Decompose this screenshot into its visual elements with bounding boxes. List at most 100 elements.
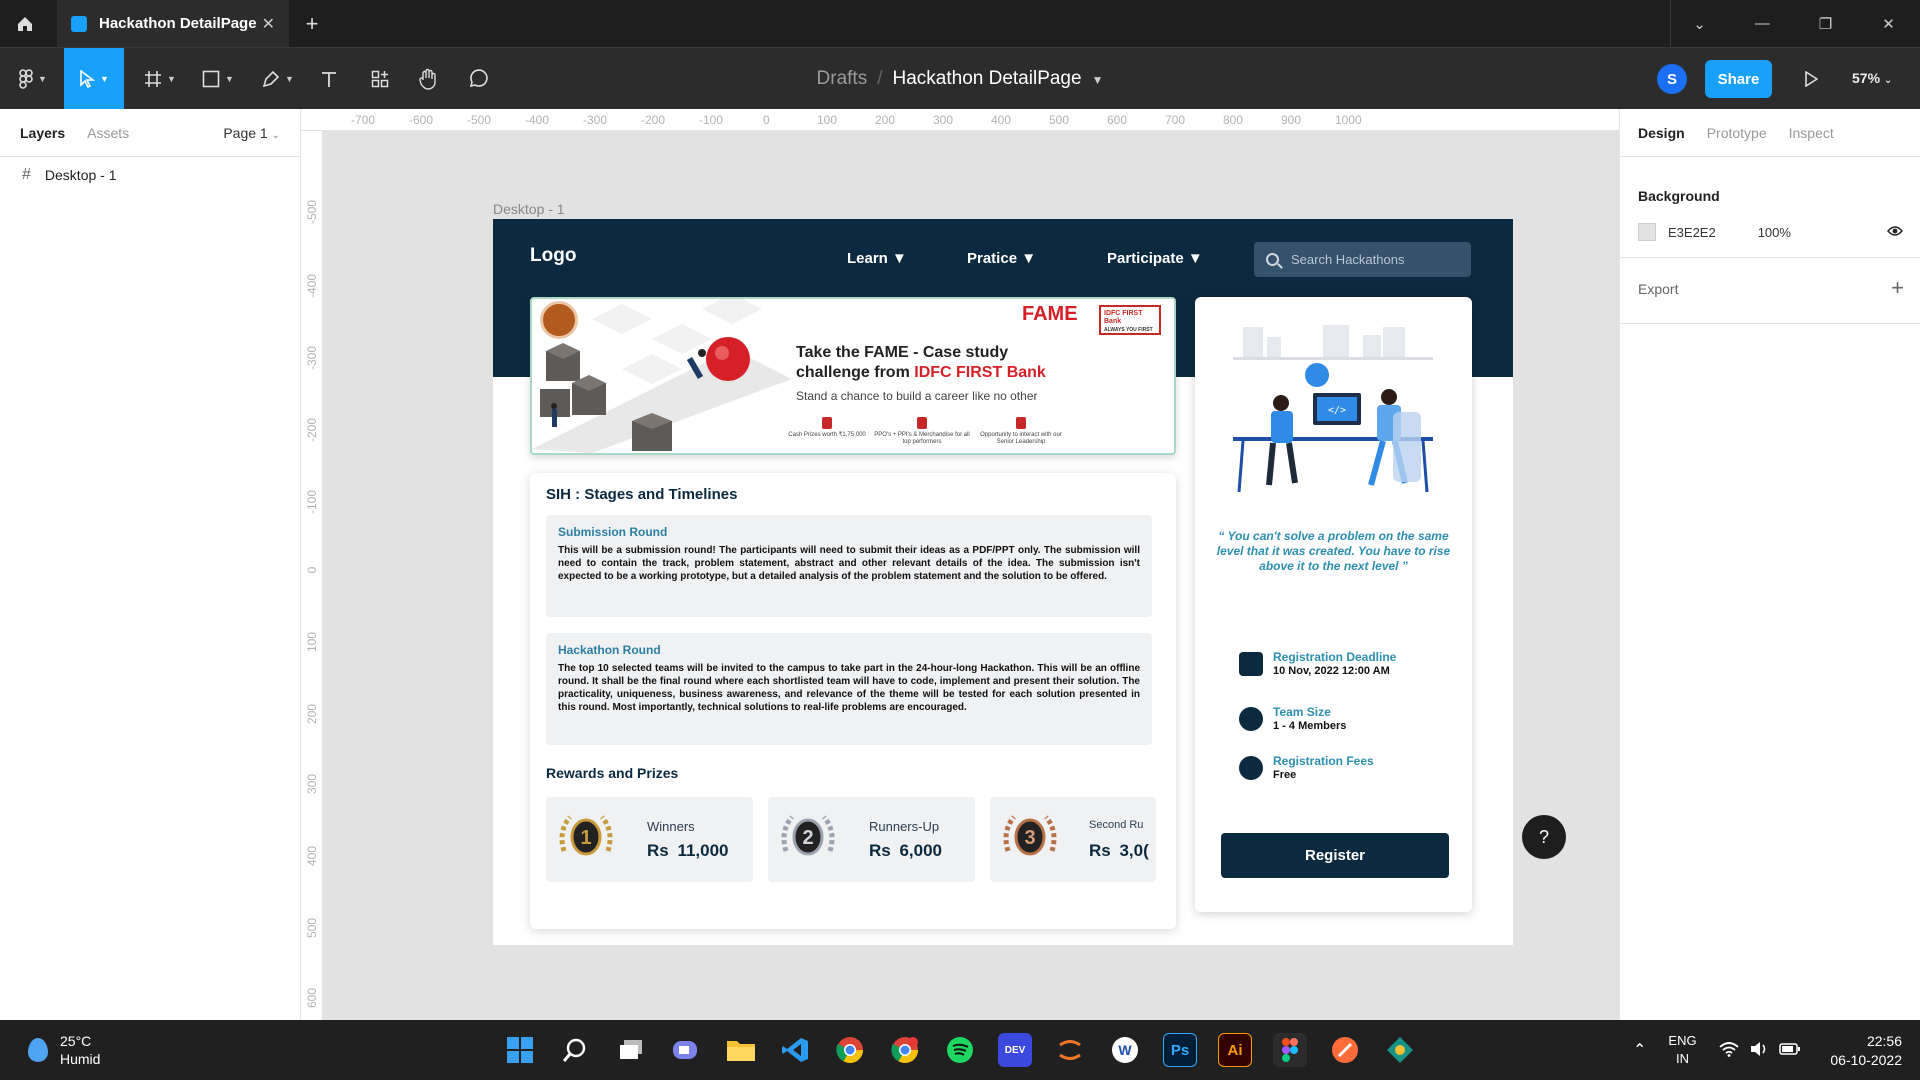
file-name[interactable]: Hackathon DetailPage	[893, 68, 1082, 89]
info-label: Team Size	[1273, 705, 1331, 719]
teams-chat-icon[interactable]	[668, 1033, 702, 1067]
tab-assets[interactable]: Assets	[87, 125, 129, 141]
gitkraken-icon[interactable]	[1383, 1033, 1417, 1067]
home-icon[interactable]	[0, 0, 50, 47]
background-hex[interactable]: E3E2E2	[1668, 225, 1716, 240]
main-menu-button[interactable]: ▼	[10, 48, 56, 109]
breadcrumb-drafts[interactable]: Drafts	[817, 68, 868, 89]
new-tab-button[interactable]: +	[300, 0, 324, 47]
design-frame[interactable]: Logo Learn ▼ Pratice ▼ Participate ▼ Sea…	[493, 219, 1513, 945]
ruler-tick: 600	[1107, 113, 1128, 127]
layer-item[interactable]: # Desktop - 1	[0, 157, 300, 193]
pen-tool-button[interactable]: ▼	[254, 48, 302, 109]
start-icon[interactable]	[503, 1033, 537, 1067]
idfc-tagline: ALWAYS YOU FIRST	[1104, 327, 1153, 333]
comment-tool-button[interactable]	[462, 48, 494, 109]
chevron-down-icon: ⌄	[1883, 75, 1893, 86]
postman-icon[interactable]	[1328, 1033, 1362, 1067]
wifi-icon[interactable]	[1718, 1041, 1739, 1060]
zoom-dropdown[interactable]: 57% ⌄	[1852, 48, 1892, 109]
close-tab-icon[interactable]: ✕	[262, 14, 275, 34]
text-tool-button[interactable]	[314, 48, 344, 109]
nav-pratice[interactable]: Pratice ▼	[967, 250, 1036, 267]
figma-file-icon	[71, 15, 87, 32]
tab-prototype[interactable]: Prototype	[1707, 125, 1767, 141]
illustrator-icon[interactable]: Ai	[1218, 1033, 1252, 1067]
share-button[interactable]: Share	[1705, 60, 1772, 98]
language-indicator[interactable]: ENG IN	[1668, 1032, 1696, 1068]
close-window-icon[interactable]: ✕	[1857, 0, 1920, 47]
task-view-icon[interactable]	[614, 1033, 648, 1067]
export-section-title[interactable]: Export	[1638, 281, 1678, 297]
minimize-icon[interactable]: —	[1731, 0, 1794, 47]
chevron-down-icon[interactable]: ▼	[1092, 73, 1104, 87]
chevron-down-icon: ⌄	[271, 129, 280, 141]
tab-design[interactable]: Design	[1638, 125, 1685, 141]
canvas[interactable]: Desktop - 1 Logo Learn ▼ Pratice ▼ Parti…	[323, 131, 1619, 1020]
add-export-icon[interactable]: +	[1891, 275, 1904, 301]
idfc-logo: IDFC FIRST Bank ALWAYS YOU FIRST	[1099, 305, 1161, 335]
move-tool-button[interactable]: ▼	[64, 48, 124, 109]
background-fill-row[interactable]: E3E2E2 100%	[1638, 221, 1903, 243]
register-button[interactable]: Register	[1221, 833, 1449, 878]
weather-condition: Humid	[60, 1051, 101, 1067]
idfc-logo-text: IDFC FIRST Bank	[1104, 310, 1143, 325]
volume-icon[interactable]	[1749, 1041, 1769, 1060]
hand-tool-button[interactable]	[412, 48, 444, 109]
eye-icon[interactable]	[1887, 225, 1903, 240]
chevron-down-icon[interactable]: ⌄	[1668, 0, 1731, 47]
chrome-profile-icon[interactable]	[888, 1033, 922, 1067]
page-selector[interactable]: Page 1 ⌄	[223, 125, 280, 141]
chevron-up-icon[interactable]: ⌃	[1633, 1040, 1646, 1060]
prize-card: 3 Second Ru Rs 3,0(	[990, 797, 1156, 882]
ruler-tick: 100	[305, 631, 319, 653]
avatar[interactable]: S	[1657, 64, 1687, 94]
frame-tool-button[interactable]: ▼	[136, 48, 184, 109]
chrome-icon[interactable]	[833, 1033, 867, 1067]
color-swatch[interactable]	[1638, 223, 1656, 241]
stages-card: SIH : Stages and Timelines Submission Ro…	[530, 473, 1176, 929]
medal-rank: 1	[580, 827, 591, 849]
shape-tool-button[interactable]: ▼	[194, 48, 242, 109]
file-explorer-icon[interactable]	[724, 1033, 758, 1067]
weather-widget[interactable]: 25°C Humid	[28, 1032, 100, 1068]
tab-layers[interactable]: Layers	[20, 125, 65, 141]
site-logo[interactable]: Logo	[530, 245, 576, 267]
background-opacity[interactable]: 100%	[1758, 225, 1791, 240]
restore-icon[interactable]: ❐	[1794, 0, 1857, 47]
ruler-vertical: -500 -400 -300 -200 -100 0 100 200 300 4…	[301, 131, 323, 1020]
wps-icon[interactable]: W	[1108, 1033, 1142, 1067]
prize-label: Second Ru	[1089, 819, 1144, 831]
frame-label[interactable]: Desktop - 1	[493, 201, 565, 217]
ruler-tick: 600	[305, 987, 319, 1009]
banner-subtitle: Stand a chance to build a career like no…	[796, 389, 1038, 403]
ruler-tick: -700	[351, 113, 376, 127]
search-input[interactable]: Search Hackathons	[1254, 242, 1471, 277]
jupyter-icon[interactable]	[1053, 1033, 1087, 1067]
vscode-icon[interactable]	[778, 1033, 812, 1067]
present-button[interactable]	[1800, 64, 1822, 94]
leadership-icon	[1016, 417, 1026, 429]
banner-title-brand: IDFC FIRST Bank	[914, 364, 1046, 381]
stages-title: SIH : Stages and Timelines	[546, 486, 738, 503]
photoshop-icon[interactable]: Ps	[1163, 1033, 1197, 1067]
file-tab[interactable]: Hackathon DetailPage ✕	[57, 0, 289, 47]
ruler-tick: -400	[525, 113, 550, 127]
help-button[interactable]: ?	[1522, 815, 1566, 859]
bronze-medal-icon: 3	[1003, 815, 1057, 856]
nav-learn[interactable]: Learn ▼	[847, 250, 907, 267]
figma-icon[interactable]	[1273, 1033, 1307, 1067]
ruler-tick: -100	[699, 113, 724, 127]
promo-banner[interactable]: FAME IDFC FIRST Bank ALWAYS YOU FIRST Tak…	[530, 297, 1176, 455]
battery-icon[interactable]	[1778, 1042, 1801, 1059]
tab-inspect[interactable]: Inspect	[1789, 125, 1834, 141]
search-icon[interactable]	[558, 1033, 592, 1067]
nav-participate[interactable]: Participate ▼	[1107, 250, 1203, 267]
resources-tool-button[interactable]	[364, 48, 396, 109]
spotify-icon[interactable]	[943, 1033, 977, 1067]
ruler-tick: 500	[305, 917, 319, 939]
prize-amount: Rs 11,000	[647, 841, 729, 860]
clock[interactable]: 22:56 06-10-2022	[1830, 1032, 1902, 1070]
dev-app-icon[interactable]: DEV	[998, 1033, 1032, 1067]
ruler-tick: -300	[583, 113, 608, 127]
